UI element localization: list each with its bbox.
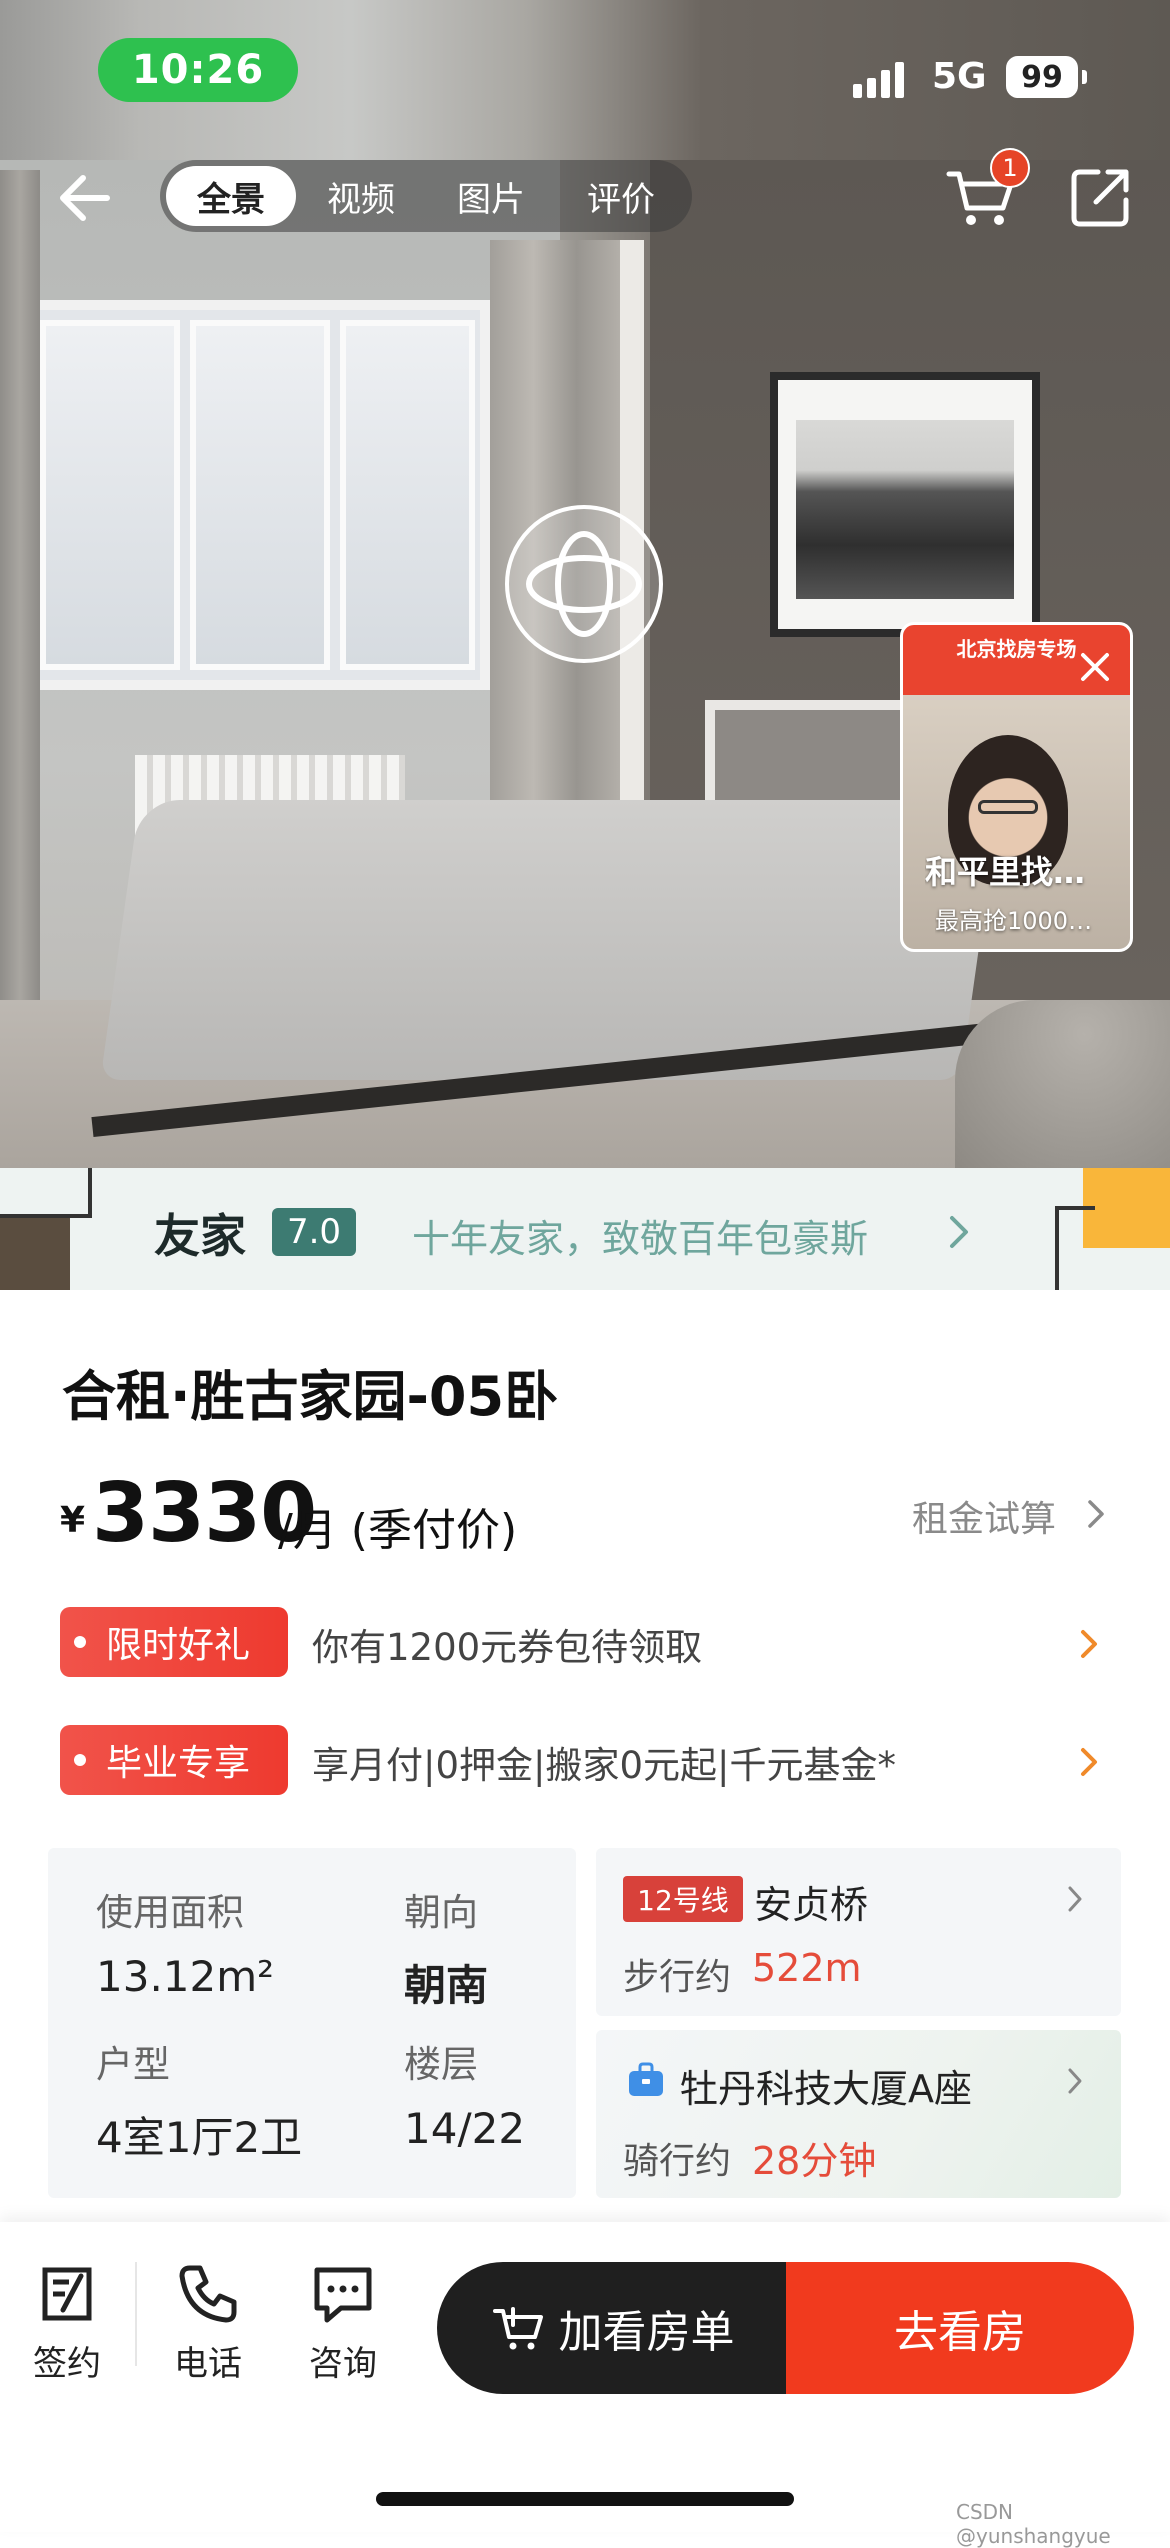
banner-deco-left-block xyxy=(0,1218,70,1290)
photo-window xyxy=(20,300,490,690)
tab-panorama[interactable]: 全景 xyxy=(166,166,296,226)
layout-label: 户型 xyxy=(96,2043,170,2086)
panorama-360-button[interactable] xyxy=(505,505,663,663)
price-unit: /月 (季付价) xyxy=(278,1505,518,1556)
promo-tag-graduate: 毕业专享 xyxy=(60,1725,288,1795)
floor-label: 楼层 xyxy=(404,2043,478,2086)
rent-calculator-link[interactable]: 租金试算 xyxy=(912,1490,1056,1542)
sign-button[interactable]: 签约 xyxy=(22,2262,112,2385)
consult-label: 咨询 xyxy=(309,2344,377,2384)
battery-tip xyxy=(1082,70,1087,84)
layout-value: 4室1厅2卫 xyxy=(96,2113,303,2162)
phone-icon xyxy=(179,2265,237,2323)
orientation-label: 朝向 xyxy=(404,1891,478,1934)
chevron-right-icon[interactable] xyxy=(1078,1745,1100,1779)
live-subtitle: 最高抢1000… xyxy=(935,907,1093,935)
orientation-value: 朝南 xyxy=(404,1961,489,2010)
network-type: 5G xyxy=(932,56,987,97)
phone-button[interactable]: 电话 xyxy=(163,2262,253,2385)
share-icon[interactable] xyxy=(1068,164,1134,230)
photo-wall-art xyxy=(770,372,1040,637)
briefcase-icon xyxy=(629,2062,663,2096)
add-viewing-list-label: 加看房单 xyxy=(558,2307,735,2358)
banner-deco-right xyxy=(1055,1206,1095,1290)
book-viewing-button[interactable]: 去看房 xyxy=(786,2262,1134,2394)
workplace-name: 牡丹科技大厦A座 xyxy=(680,2067,972,2111)
back-arrow-icon[interactable] xyxy=(55,168,115,228)
chevron-right-icon[interactable] xyxy=(944,1212,974,1252)
battery-icon: 99 xyxy=(1006,56,1078,98)
bottom-divider xyxy=(135,2262,137,2366)
chevron-right-icon[interactable] xyxy=(1085,1497,1107,1531)
signal-icon xyxy=(853,62,907,98)
ride-time-label: 骑行约 xyxy=(623,2141,732,2182)
chevron-right-icon xyxy=(1068,1886,1082,1912)
photo-chair xyxy=(955,1000,1170,1168)
live-title: 和平里找… xyxy=(925,853,1086,891)
home-indicator[interactable] xyxy=(376,2492,794,2506)
area-label: 使用面积 xyxy=(96,1891,244,1934)
promo-text-gift: 你有1200元券包待领取 xyxy=(312,1626,703,1669)
chevron-right-icon xyxy=(1068,2068,1082,2094)
ride-time-value: 28分钟 xyxy=(752,2139,877,2183)
status-time: 10:26 xyxy=(98,38,298,102)
currency-symbol: ¥ xyxy=(60,1500,86,1541)
tab-video[interactable]: 视频 xyxy=(296,166,426,226)
close-icon[interactable] xyxy=(1073,645,1117,689)
consult-button[interactable]: 咨询 xyxy=(298,2262,388,2385)
promo-tag-gift: 限时好礼 xyxy=(60,1607,288,1677)
watermark: CSDN @yunshangyue xyxy=(956,2500,1111,2548)
chevron-right-icon[interactable] xyxy=(1078,1627,1100,1661)
room-details-panel: 使用面积 13.12m² 朝向 朝南 户型 4室1厅2卫 楼层 14/22 xyxy=(48,1848,576,2198)
tab-reviews[interactable]: 评价 xyxy=(556,166,686,226)
contract-sign-icon xyxy=(42,2267,92,2321)
banner-deco-left xyxy=(0,1168,92,1218)
listing-title: 合租·胜古家园-05卧 xyxy=(62,1365,559,1428)
host-glasses xyxy=(978,800,1038,814)
panorama-icon xyxy=(526,531,642,637)
media-tabs: 全景 视频 图片 评价 xyxy=(160,160,692,232)
banner-deco-right-block xyxy=(1083,1168,1170,1248)
live-stream-card[interactable]: 北京找房专场 和平里找… 最高抢1000… xyxy=(900,622,1133,952)
phone-label: 电话 xyxy=(174,2344,242,2384)
photo-curtain-left xyxy=(0,170,40,1010)
area-value: 13.12m² xyxy=(96,1952,274,2001)
walk-distance-label: 步行约 xyxy=(623,1957,732,1998)
cart-badge: 1 xyxy=(990,148,1030,188)
metro-station: 安贞桥 xyxy=(754,1883,869,1927)
promo-text-graduate: 享月付|0押金|搬家0元起|千元基金* xyxy=(312,1744,896,1787)
brand-name: 友家 xyxy=(154,1209,246,1263)
walk-distance-value: 522m xyxy=(752,1946,862,1990)
brand-score-badge: 7.0 xyxy=(272,1208,356,1256)
promo-tag-hole xyxy=(74,1754,86,1766)
tab-photos[interactable]: 图片 xyxy=(426,166,556,226)
floor-value: 14/22 xyxy=(404,2104,526,2153)
chat-icon xyxy=(314,2267,372,2323)
metro-line-badge: 12号线 xyxy=(623,1876,743,1922)
brand-slogan[interactable]: 十年友家，致敬百年包豪斯 xyxy=(412,1208,868,1263)
promo-tag-hole xyxy=(74,1636,86,1648)
sign-label: 签约 xyxy=(33,2344,101,2384)
cart-add-icon xyxy=(492,2307,543,2350)
add-viewing-list-button[interactable]: 加看房单 xyxy=(437,2262,790,2394)
